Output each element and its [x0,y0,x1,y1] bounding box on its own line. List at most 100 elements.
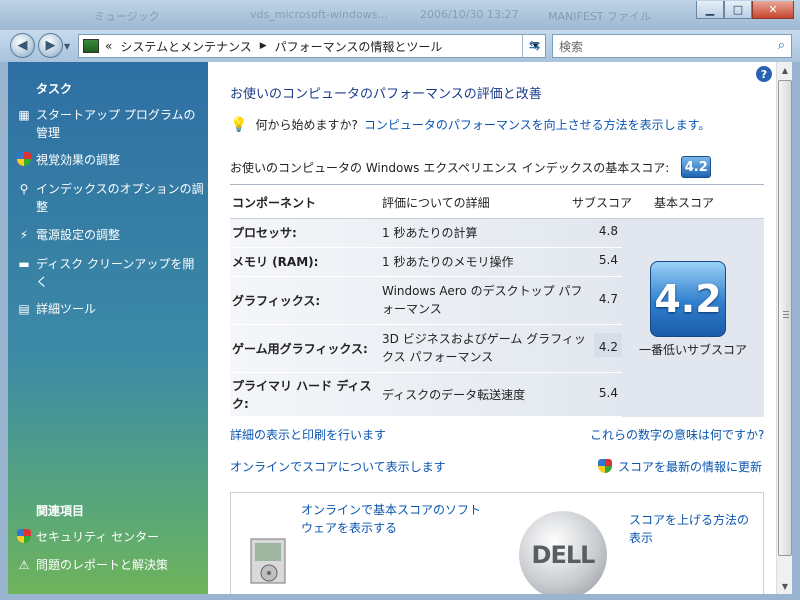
col-header-component: コンポーネント [232,196,317,210]
sidebar-item-label: スタートアップ プログラムの管理 [36,108,196,140]
close-icon: ✕ [768,3,778,16]
tasks-heading: タスク [36,82,73,96]
ghost-text-3: 2006/10/30 13:27 [420,8,519,21]
tools-icon: ▤ [18,302,30,316]
row-subscore: 4.2 [598,340,618,354]
ghost-text-2: vds_microsoft-windows... [250,8,388,21]
table-row-lowest: ゲーム用グラフィックス: 3D ビジネスおよびゲーム グラフィックス パフォーマ… [230,325,622,373]
window-controls: ▁ □ ✕ [696,1,794,19]
col-header-basescore: 基本スコア [654,196,715,210]
table-top-rule [230,184,764,185]
improve-score-link[interactable]: スコアを上げる方法の表示 [629,511,759,547]
lightbulb-icon: 💡 [230,116,248,133]
sidebar-item-label: ディスク クリーンアップを開く [36,257,195,289]
sidebar-item-advanced-tools[interactable]: ▤ 詳細ツール [16,300,206,318]
sidebar-item-power[interactable]: ⚡ 電源設定の調整 [16,226,206,244]
breadcrumb-chevron-icon[interactable]: ▶ [260,41,267,51]
security-center-icon [16,529,32,545]
base-score-label: お使いのコンピュータの Windows エクスペリエンス インデックスの基本スコ… [230,160,670,175]
row-component: プロセッサ: [232,226,297,240]
sidebar-item-indexing[interactable]: ⚲ インデックスのオプションの調整 [16,180,206,216]
row-component: メモリ (RAM): [232,255,319,269]
row-detail: ディスクのデータ転送速度 [382,388,526,402]
disk-cleanup-icon: ▬ [18,257,30,271]
search-placeholder: 検索 [559,39,584,54]
back-button[interactable]: ◀ [10,33,35,58]
sidebar-item-label: 電源設定の調整 [36,228,121,242]
recent-pages-dropdown[interactable]: ▼ [64,42,70,51]
search-input[interactable]: 検索 ⌕ [552,34,792,58]
window-bottom-frame [0,594,800,600]
score-table: コンポーネント 評価についての詳細 サブスコア 基本スコア プロセッサ: 1 秒… [230,184,764,418]
title-bar: ミュージック vds_microsoft-windows... 2006/10/… [0,0,800,30]
software-online-link[interactable]: オンラインで基本スコアのソフトウェアを表示する [301,501,491,537]
ghost-text-1: ミュージック [94,10,160,23]
table-row: プライマリ ハード ディスク: ディスクのデータ転送速度 5.4 [230,373,622,417]
row-detail: Windows Aero のデスクトップ パフォーマンス [382,284,583,316]
details-print-link[interactable]: 詳細の表示と印刷を行います [230,426,386,443]
sidebar-item-visual-effects[interactable]: 視覚効果の調整 [16,151,206,169]
forward-arrow-icon: ▶ [45,38,56,53]
what-do-numbers-mean-link[interactable]: これらの数字の意味は何ですか? [590,426,764,443]
breadcrumb-overflow[interactable]: « [105,39,112,53]
base-score-large: 4.2 [650,261,726,337]
table-row: プロセッサ: 1 秒あたりの計算 4.8 [230,219,622,248]
breadcrumb-system-maintenance[interactable]: システムとメンテナンス [120,38,251,55]
refresh-button[interactable]: ⇆ [522,34,546,58]
back-arrow-icon: ◀ [17,38,28,53]
help-icon[interactable]: ? [756,66,772,82]
sidebar-item-label: 詳細ツール [36,302,97,316]
online-scores-link[interactable]: オンラインでスコアについて表示します [230,458,446,475]
window-right-frame [792,62,800,600]
address-bar[interactable]: « システムとメンテナンス ▶ パフォーマンスの情報とツール ▼ [78,34,546,58]
grip-icon [783,311,789,319]
close-button[interactable]: ✕ [752,1,794,19]
page-title: お使いのコンピュータのパフォーマンスの評価と改善 [230,87,542,102]
startup-icon: ▦ [18,108,30,122]
sidebar-item-label: セキュリティ センター [36,530,160,544]
base-score-badge: 4.2 [681,156,712,178]
search-icon[interactable]: ⌕ [778,38,785,53]
vertical-scrollbar[interactable]: ▲ ▼ [776,62,792,594]
maximize-button[interactable]: □ [724,1,752,19]
col-header-subscore: サブスコア [572,196,633,210]
table-row: メモリ (RAM): 1 秒あたりのメモリ操作 5.4 [230,248,622,277]
refresh-scores-label: スコアを最新の情報に更新 [618,460,763,474]
sidebar-item-disk-cleanup[interactable]: ▬ ディスク クリーンアップを開く [16,255,206,291]
breadcrumb-performance[interactable]: パフォーマンスの情報とツール [275,38,443,55]
base-score-line: お使いのコンピュータの Windows エクスペリエンス インデックスの基本スコ… [230,156,712,178]
sidebar-item-startup[interactable]: ▦ スタートアップ プログラムの管理 [16,106,206,142]
maximize-icon: □ [732,3,744,16]
row-component: ゲーム用グラフィックス: [232,342,368,356]
scroll-thumb[interactable] [778,80,792,556]
row-subscore: 4.8 [598,224,618,238]
minimize-button[interactable]: ▁ [696,1,724,19]
related-heading: 関連項目 [36,504,85,518]
software-box-icon [250,538,286,584]
base-score-panel: 4.2 一番低いサブスコア [622,219,764,417]
col-header-detail: 評価についての詳細 [382,196,490,210]
refresh-scores-link[interactable]: スコアを最新の情報に更新 [598,458,762,475]
indexing-icon: ⚲ [19,182,29,196]
power-icon: ⚡ [19,228,29,242]
uac-shield-icon [598,459,612,473]
row-detail: 3D ビジネスおよびゲーム グラフィックス パフォーマンス [382,332,586,364]
task-sidebar: タスク ▦ スタートアップ プログラムの管理 視覚効果の調整 ⚲ インデックスの… [8,62,208,594]
shield-icon [16,152,32,168]
row-component: グラフィックス: [232,294,321,308]
sidebar-item-label: 視覚効果の調整 [36,153,121,167]
offers-panel: オンラインで基本スコアのソフトウェアを表示する DELL スコアを上げる方法の表… [230,492,764,599]
scroll-down-icon[interactable]: ▼ [777,578,793,594]
refresh-icon: ⇆ [528,38,541,54]
row-detail: 1 秒あたりのメモリ操作 [382,255,514,269]
forward-button[interactable]: ▶ [38,33,63,58]
row-subscore: 5.4 [598,253,618,267]
tip-line: 💡 何から始めますか? コンピュータのパフォーマンスを向上させる方法を表示します… [230,116,710,133]
improve-performance-link[interactable]: コンピュータのパフォーマンスを向上させる方法を表示します。 [364,116,711,133]
scroll-up-icon[interactable]: ▲ [777,62,793,78]
sidebar-item-security-center[interactable]: セキュリティ センター [16,528,206,546]
base-score-caption: 一番低いサブスコア [638,343,747,357]
table-row: グラフィックス: Windows Aero のデスクトップ パフォーマンス 4.… [230,277,622,325]
sidebar-item-problem-reports[interactable]: ⚠ 問題のレポートと解決策 [16,556,206,574]
window-left-frame [0,62,8,600]
